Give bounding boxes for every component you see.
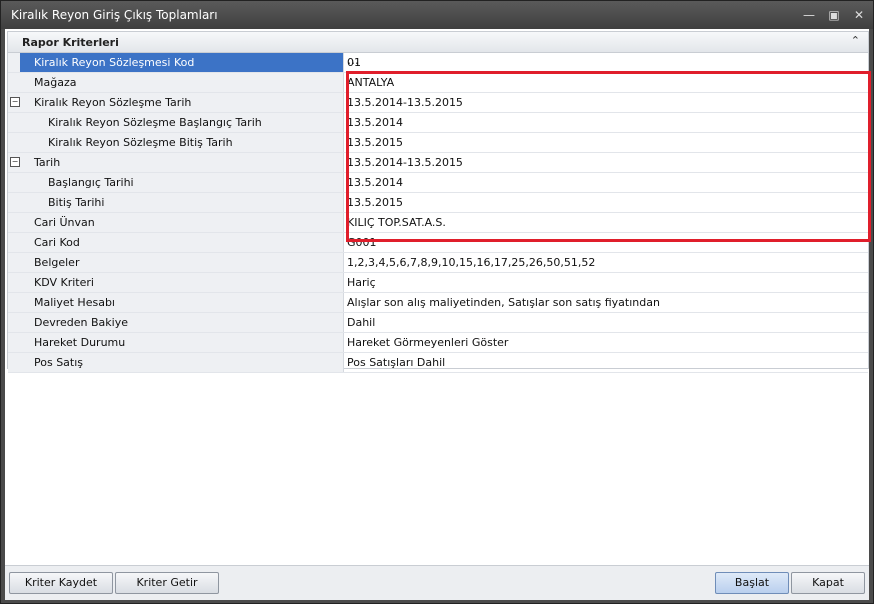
pos-sales-field[interactable]: Pos Satışları Dahil <box>347 356 445 369</box>
row-documents[interactable]: Belgeler 1,2,3,4,5,6,7,8,9,10,15,16,17,2… <box>8 253 868 273</box>
store-field[interactable]: ANTALYA <box>347 76 394 89</box>
row-label: Cari Ünvan <box>34 216 95 229</box>
row-label: Mağaza <box>34 76 77 89</box>
row-label: Kiralık Reyon Sözleşme Tarih <box>34 96 192 109</box>
report-window: Kiralık Reyon Giriş Çıkış Toplamları — ▣… <box>0 0 874 604</box>
property-grid: Kiralık Reyon Sözleşmesi Kod 01 ⋯ Mağaza … <box>8 53 868 373</box>
load-criteria-button[interactable]: Kriter Getir <box>115 572 219 594</box>
row-date[interactable]: − Tarih 13.5.2014-13.5.2015 <box>8 153 868 173</box>
row-cost-calculation[interactable]: Maliyet Hesabı Alışlar son alış maliyeti… <box>8 293 868 313</box>
end-date-field[interactable]: 13.5.2015 <box>347 196 403 209</box>
row-label: Tarih <box>34 156 61 169</box>
save-criteria-button[interactable]: Kriter Kaydet <box>9 572 113 594</box>
row-gutter <box>8 113 20 132</box>
vat-criteria-field[interactable]: Hariç <box>347 276 376 289</box>
title-bar[interactable]: Kiralık Reyon Giriş Çıkış Toplamları — ▣… <box>1 1 873 29</box>
criteria-panel-header: Rapor Kriterleri ⌃ <box>8 32 868 53</box>
row-gutter <box>8 193 20 212</box>
row-label: Kiralık Reyon Sözleşme Bitiş Tarih <box>48 136 233 149</box>
collapse-icon[interactable]: ⌃ <box>851 34 860 47</box>
contract-date-field[interactable]: 13.5.2014-13.5.2015 <box>347 96 463 109</box>
row-gutter: − <box>8 153 20 172</box>
row-account-title[interactable]: Cari Ünvan KILIÇ TOP.SAT.A.S. <box>8 213 868 233</box>
row-contract-end-date[interactable]: Kiralık Reyon Sözleşme Bitiş Tarih 13.5.… <box>8 133 868 153</box>
start-date-field[interactable]: 13.5.2014 <box>347 176 403 189</box>
row-gutter <box>8 293 20 312</box>
row-gutter <box>8 173 20 192</box>
maximize-icon[interactable]: ▣ <box>826 7 842 23</box>
row-carried-balance[interactable]: Devreden Bakiye Dahil <box>8 313 868 333</box>
row-gutter <box>8 133 20 152</box>
row-label: Bitiş Tarihi <box>48 196 105 209</box>
row-label: KDV Kriteri <box>34 276 94 289</box>
collapse-minus-icon[interactable]: − <box>10 97 20 107</box>
collapse-minus-icon[interactable]: − <box>10 157 20 167</box>
row-contract-start-date[interactable]: Kiralık Reyon Sözleşme Başlangıç Tarih 1… <box>8 113 868 133</box>
bottom-toolbar: Kriter Kaydet Kriter Getir Başlat Kapat <box>5 565 869 600</box>
client-area: Rapor Kriterleri ⌃ Kiralık Reyon Sözleşm… <box>5 29 871 600</box>
documents-field[interactable]: 1,2,3,4,5,6,7,8,9,10,15,16,17,25,26,50,5… <box>347 256 595 269</box>
close-button[interactable]: Kapat <box>791 572 865 594</box>
carried-balance-field[interactable]: Dahil <box>347 316 375 329</box>
row-gutter <box>8 53 20 72</box>
row-movement-status[interactable]: Hareket Durumu Hareket Görmeyenleri Göst… <box>8 333 868 353</box>
minimize-icon[interactable]: — <box>801 7 817 23</box>
row-gutter <box>8 213 20 232</box>
row-label: Maliyet Hesabı <box>34 296 115 309</box>
row-end-date[interactable]: Bitiş Tarihi 13.5.2015 <box>8 193 868 213</box>
row-gutter <box>8 73 20 92</box>
row-store[interactable]: Mağaza ANTALYA <box>8 73 868 93</box>
cost-calculation-field[interactable]: Alışlar son alış maliyetinden, Satışlar … <box>347 296 660 309</box>
row-gutter <box>8 313 20 332</box>
row-label: Cari Kod <box>34 236 80 249</box>
row-label: Hareket Durumu <box>34 336 126 349</box>
row-label: Kiralık Reyon Sözleşmesi Kod <box>34 56 195 69</box>
ellipsis-icon[interactable]: ⋯ <box>347 56 864 70</box>
row-label: Pos Satış <box>34 356 84 369</box>
date-field[interactable]: 13.5.2014-13.5.2015 <box>347 156 463 169</box>
row-contract-code[interactable]: Kiralık Reyon Sözleşmesi Kod 01 ⋯ <box>8 53 868 73</box>
start-button[interactable]: Başlat <box>715 572 789 594</box>
window-title: Kiralık Reyon Giriş Çıkış Toplamları <box>11 8 218 22</box>
row-gutter <box>8 253 20 272</box>
row-start-date[interactable]: Başlangıç Tarihi 13.5.2014 <box>8 173 868 193</box>
row-gutter <box>8 333 20 352</box>
row-gutter <box>8 353 20 372</box>
account-title-field[interactable]: KILIÇ TOP.SAT.A.S. <box>347 216 446 229</box>
row-gutter <box>8 273 20 292</box>
account-code-field[interactable]: G001 <box>347 236 377 249</box>
movement-status-field[interactable]: Hareket Görmeyenleri Göster <box>347 336 508 349</box>
panel-title: Rapor Kriterleri <box>22 36 119 49</box>
contract-start-date-field[interactable]: 13.5.2014 <box>347 116 403 129</box>
close-icon[interactable]: ✕ <box>851 7 867 23</box>
criteria-panel: Rapor Kriterleri ⌃ Kiralık Reyon Sözleşm… <box>7 31 869 373</box>
row-gutter: − <box>8 93 20 112</box>
row-vat-criteria[interactable]: KDV Kriteri Hariç <box>8 273 868 293</box>
row-label: Devreden Bakiye <box>34 316 129 329</box>
row-gutter <box>8 233 20 252</box>
row-label: Başlangıç Tarihi <box>48 176 134 189</box>
contract-end-date-field[interactable]: 13.5.2015 <box>347 136 403 149</box>
row-contract-date[interactable]: − Kiralık Reyon Sözleşme Tarih 13.5.2014… <box>8 93 868 113</box>
row-pos-sales[interactable]: Pos Satış Pos Satışları Dahil <box>8 353 868 373</box>
row-label: Belgeler <box>34 256 80 269</box>
row-account-code[interactable]: Cari Kod G001 <box>8 233 868 253</box>
row-label: Kiralık Reyon Sözleşme Başlangıç Tarih <box>48 116 262 129</box>
